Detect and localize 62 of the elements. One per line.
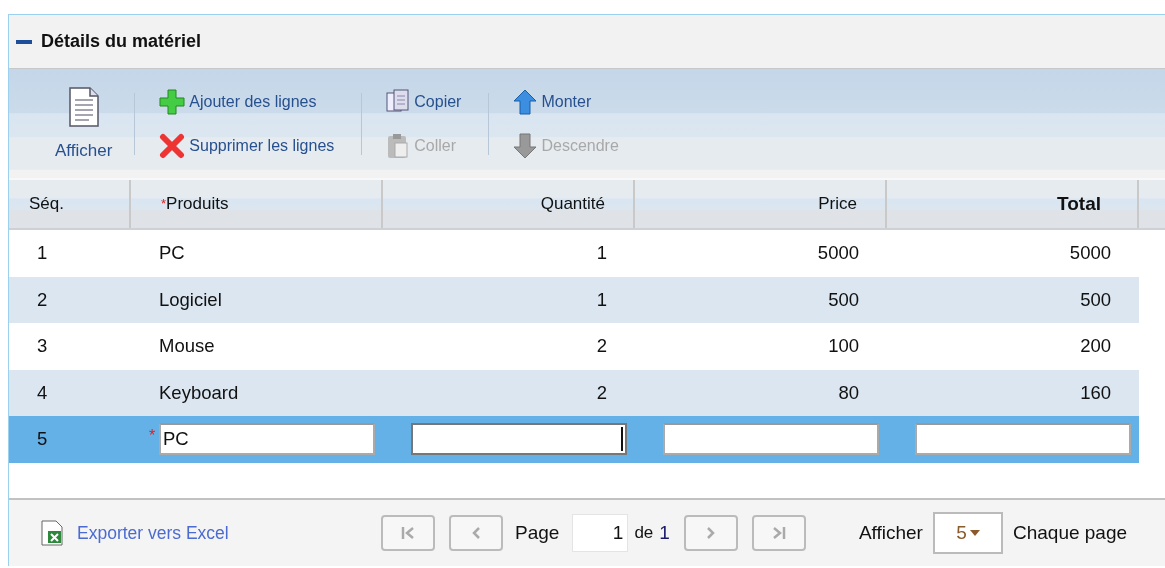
table-row[interactable]: 3 Mouse 2 100 200 [9,323,1139,370]
table-cell-text: 160 [1079,380,1112,405]
page-size-suffix: Chaque page [1012,522,1128,544]
spreadsheet-icon [41,520,63,546]
table-row[interactable]: 2 Logiciel 1 500 500 [9,276,1139,323]
copy-button[interactable]: Copier [386,86,462,117]
total-pages: 1 [659,522,670,544]
table-row[interactable]: 5 * PC [9,416,1139,463]
page-size-select[interactable]: 5 [932,512,1003,554]
page-size-label: Afficher [858,522,923,544]
column-header[interactable]: *Produits [131,180,383,228]
table-cell-text: 2 [595,334,608,359]
page-label: Page [515,522,560,544]
table-cell-text: 1 [36,241,49,266]
table-cell-text: 200 [1079,334,1112,359]
table-cell-text: Logiciel [158,287,223,312]
table-cell-text: Keyboard [158,380,240,405]
table-row[interactable]: 1 PC 1 5000 5000 [9,230,1139,277]
required-mark: * [149,427,156,445]
table-cell-text: 5000 [816,241,860,266]
document-icon [67,86,100,127]
panel-title: Détails du matériel [41,31,202,52]
page-input[interactable]: 1 [572,514,629,552]
first-page-icon [400,526,416,540]
table-cell-text: 5000 [1068,241,1112,266]
column-header[interactable]: Price [635,180,887,228]
view-button[interactable]: Afficher [55,86,113,161]
delete-button[interactable]: Supprimer les lignes [159,130,335,161]
add-button[interactable]: Ajouter des lignes [159,86,335,117]
table-cell-text: 1 [595,287,608,312]
chevron-right-icon [704,526,717,540]
caret-icon [969,530,980,536]
column-header[interactable]: Séq. [9,180,131,228]
chevron-left-icon [470,526,482,540]
down-arrow-icon [513,132,538,159]
copy-icon [386,88,411,115]
input-field[interactable] [663,423,879,456]
table-cell-text: 2 [36,287,49,312]
page-count-label: de [634,523,654,543]
up-button[interactable]: Monter [513,86,619,117]
column-header[interactable]: Quantité [383,180,635,228]
table-cell-text: 80 [837,380,860,405]
cross-icon [159,132,186,159]
table-cell-text: 1 [595,241,608,266]
input-field[interactable]: PC [159,423,375,456]
clipboard-icon [386,132,411,159]
table-cell-text: 100 [827,334,860,359]
export-link[interactable]: Exporter vers Excel [41,520,381,546]
table-cell-text: Mouse [158,334,216,359]
plus-icon [159,88,186,115]
table-cell-text: 3 [36,334,49,359]
table-cell-text: PC [158,241,186,266]
up-arrow-icon [513,88,538,115]
table-cell-text: 500 [827,287,860,312]
table-row[interactable]: 4 Keyboard 2 80 160 [9,369,1139,416]
table-cell-text: 2 [595,380,608,405]
column-header[interactable]: Total [887,180,1139,228]
input-field[interactable] [915,423,1131,456]
table-cell-text: 4 [36,380,49,405]
table-cell-text: 500 [1079,287,1112,312]
table-cell-text: 5 [36,427,49,452]
input-field[interactable] [411,423,627,456]
